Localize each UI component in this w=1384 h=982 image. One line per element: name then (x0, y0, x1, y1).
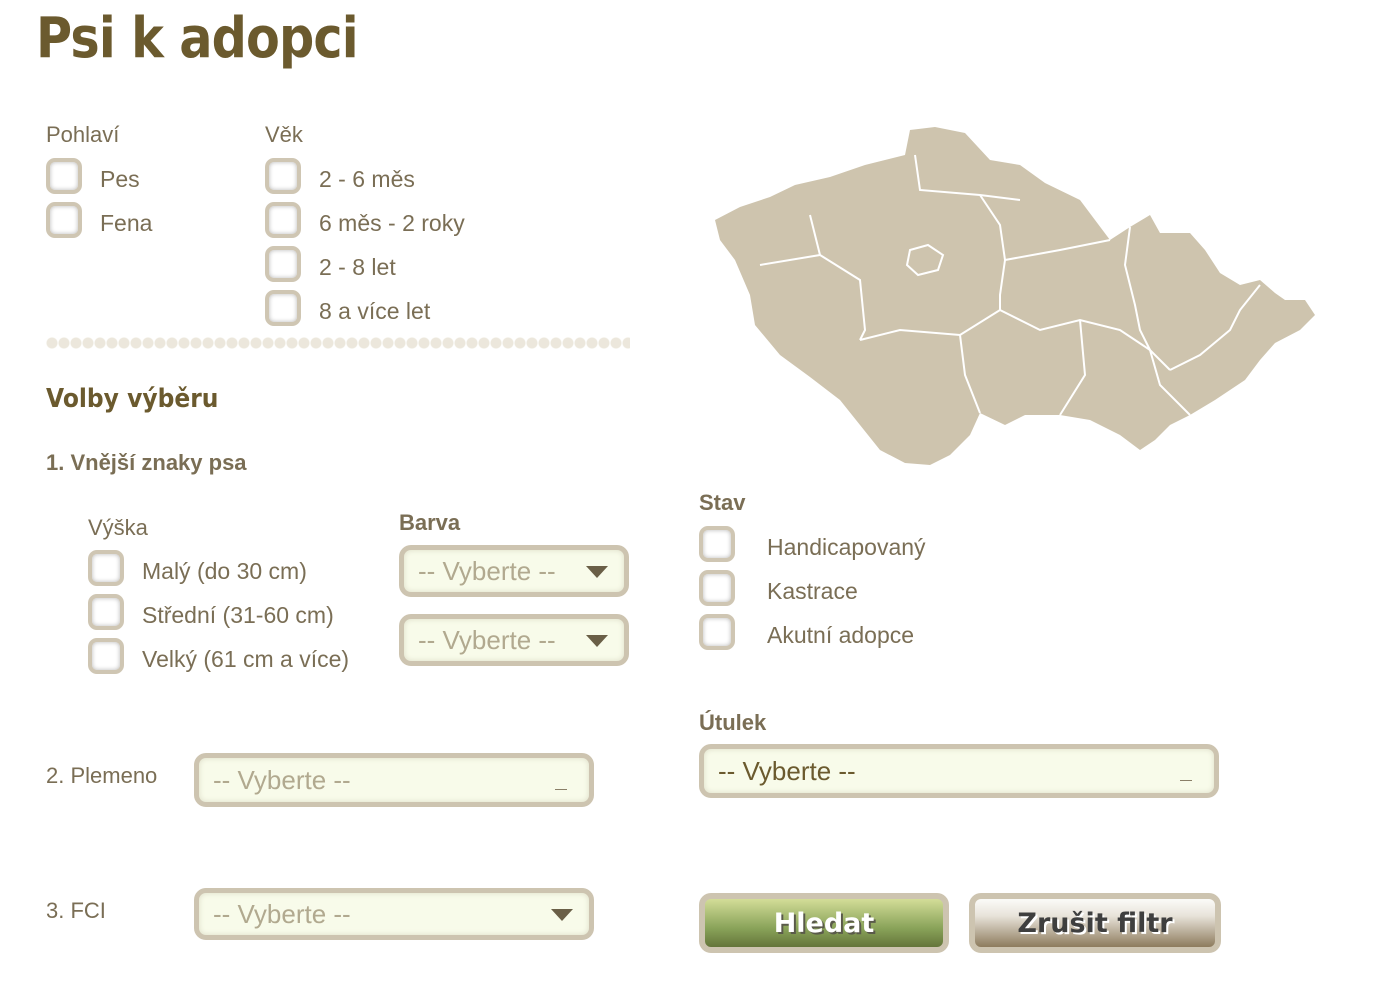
breed-label: 2. Plemeno (46, 763, 158, 788)
fci-label: 3. FCI (46, 898, 106, 923)
external-label: 1. Vnější znaky psa (46, 450, 247, 475)
section-title: Volby výběru (46, 384, 219, 414)
height-label: Výška (88, 515, 148, 540)
checkbox-kastrace[interactable] (699, 570, 735, 606)
checkbox-age-3[interactable] (265, 246, 301, 282)
option-kastrace: Kastrace (767, 578, 858, 604)
map-outline[interactable] (715, 127, 1315, 465)
fci-select-value: -- Vyberte -- (213, 898, 351, 929)
option-urgent: Akutní adopce (767, 622, 915, 648)
checkbox-pes[interactable] (46, 158, 82, 194)
checkbox-age-1[interactable] (265, 158, 301, 194)
option-height-medium: Střední (31-60 cm) (142, 602, 334, 628)
color-label: Barva (399, 510, 461, 535)
dropdown-icon (1180, 780, 1192, 781)
checkbox-age-4[interactable] (265, 290, 301, 326)
czech-regions-map[interactable] (700, 115, 1330, 475)
option-age-4: 8 a více let (319, 298, 431, 324)
breed-select-value: -- Vyberte -- (213, 764, 351, 795)
fci-select[interactable]: -- Vyberte -- (194, 888, 594, 940)
checkbox-height-large[interactable] (88, 638, 124, 674)
color-select-2-value: -- Vyberte -- (418, 624, 556, 655)
checkbox-fena[interactable] (46, 202, 82, 238)
option-handicap: Handicapovaný (767, 534, 926, 560)
chevron-down-icon (586, 566, 608, 578)
checkbox-age-2[interactable] (265, 202, 301, 238)
checkbox-height-small[interactable] (88, 550, 124, 586)
page-title: Psi k adopci (36, 6, 359, 71)
shelter-label: Útulek (699, 710, 767, 735)
option-height-large: Velký (61 cm a více) (142, 646, 350, 672)
breed-select[interactable]: -- Vyberte -- (194, 753, 594, 807)
color-select-2[interactable]: -- Vyberte -- (399, 614, 629, 666)
shelter-select[interactable]: -- Vyberte -- (699, 744, 1219, 798)
option-age-3: 2 - 8 let (319, 254, 396, 280)
dropdown-icon (555, 789, 567, 790)
dotted-divider (46, 337, 630, 349)
chevron-down-icon (586, 635, 608, 647)
checkbox-height-medium[interactable] (88, 594, 124, 630)
option-fena: Fena (100, 210, 153, 236)
option-height-small: Malý (do 30 cm) (142, 558, 307, 584)
shelter-select-value: -- Vyberte -- (718, 755, 856, 786)
option-age-1: 2 - 6 měs (319, 166, 415, 192)
color-select-1[interactable]: -- Vyberte -- (399, 545, 629, 597)
reset-filter-button[interactable]: Zrušit filtr (969, 893, 1221, 953)
age-label: Věk (265, 122, 303, 147)
option-age-2: 6 měs - 2 roky (319, 210, 465, 236)
color-select-1-value: -- Vyberte -- (418, 555, 556, 586)
chevron-down-icon (551, 909, 573, 921)
status-label: Stav (699, 490, 746, 515)
checkbox-handicap[interactable] (699, 526, 735, 562)
search-button[interactable]: Hledat (699, 893, 949, 953)
gender-label: Pohlaví (46, 122, 120, 147)
checkbox-urgent[interactable] (699, 614, 735, 650)
option-pes: Pes (100, 166, 140, 192)
